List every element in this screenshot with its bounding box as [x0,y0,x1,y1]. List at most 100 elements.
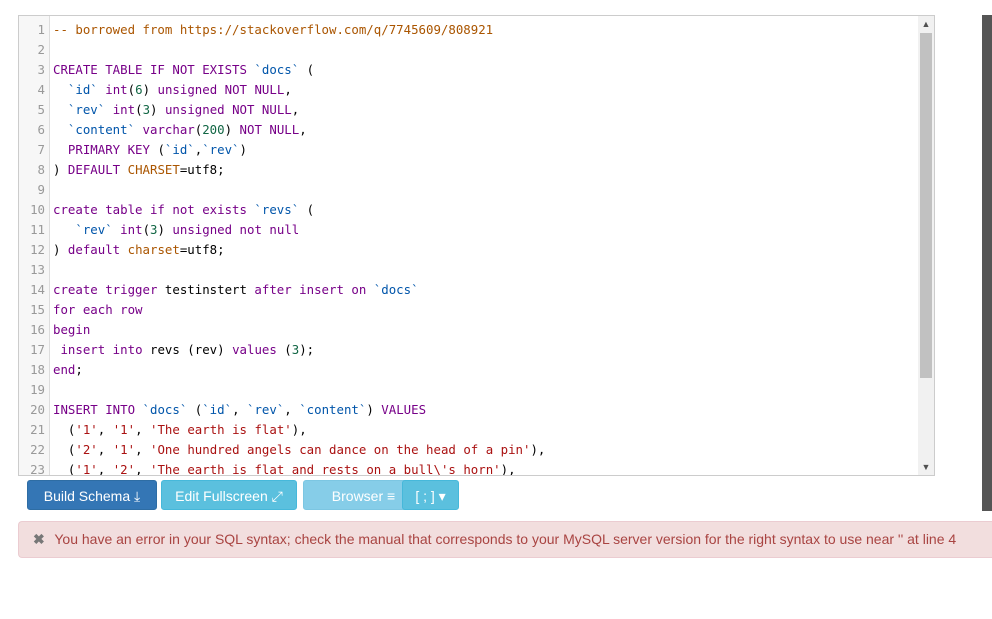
code-line[interactable]: 9 [19,180,918,200]
code-line[interactable]: 20 INSERT INTO `docs` (`id`, `rev`, `cont… [19,400,918,420]
code-token: for each row [53,302,143,317]
code-line[interactable]: 15 for each row [19,300,918,320]
line-number: 15 [30,302,45,317]
code-token: begin [53,322,91,337]
code-line[interactable]: 2 [19,40,918,60]
code-token: ( [187,402,203,417]
code-line[interactable]: 17 insert into revs (rev) values (3); [19,340,918,360]
scroll-down-icon[interactable]: ▼ [918,459,934,475]
code-token: DEFAULT [67,162,128,177]
line-number: 19 [30,382,45,397]
code-line[interactable]: 8) DEFAULT CHARSET=utf8; [19,160,918,180]
line-number: 11 [30,222,45,237]
scroll-thumb[interactable] [920,33,932,378]
code-token: `content` [299,402,367,417]
code-token: default [67,242,128,257]
line-number: 8 [37,162,45,177]
code-token: , [135,442,151,457]
code-line[interactable]: 5 `rev` int(3) unsigned NOT NULL, [19,100,918,120]
code-token: CHARSET [127,162,180,177]
line-number: 2 [37,42,45,57]
code-token: 'The earth is flat and rests on a bull\'… [150,462,501,476]
edit-fullscreen-button[interactable]: Edit Fullscreen ⤢ [161,480,297,510]
code-text: ) default charset=utf8; [53,240,225,260]
code-token: ), [500,462,516,476]
code-token: create table if not exists [53,202,255,217]
code-line[interactable]: 19 [19,380,918,400]
code-line[interactable]: 10 create table if not exists `revs` ( [19,200,918,220]
code-token: ( [276,342,292,357]
code-token: =utf8; [179,162,225,177]
code-token: unsigned NOT NULL [157,82,285,97]
schema-editor[interactable]: 1 -- borrowed from https://stackoverflow.… [18,15,935,476]
line-number: 16 [30,322,45,337]
scroll-up-icon[interactable]: ▲ [918,16,934,32]
code-line[interactable]: 11 `rev` int(3) unsigned not null [19,220,918,240]
code-line[interactable]: 23 ('1', '2', 'The earth is flat and res… [19,460,918,476]
code-line[interactable]: 3 CREATE TABLE IF NOT EXISTS `docs` ( [19,60,918,80]
code-token: ( [149,142,165,157]
code-token: `docs` [254,62,300,77]
code-token: '2' [112,462,136,476]
code-token: , [232,402,247,417]
code-token: `revs` [254,202,300,217]
code-line[interactable]: 12) default charset=utf8; [19,240,918,260]
browser-label: Browser [331,488,384,504]
code-token: , [97,422,113,437]
panel-divider[interactable] [982,15,992,511]
line-number: 18 [30,362,45,377]
caret-down-icon: ▾ [438,488,446,504]
code-token: `rev` [246,402,285,417]
code-token: VALUES [381,402,427,417]
code-line[interactable]: 22 ('2', '1', 'One hundred angels can da… [19,440,918,460]
query-terminator-dropdown[interactable]: [ ; ] ▾ [402,480,459,510]
code-token: int [120,222,143,237]
code-line[interactable]: 7 PRIMARY KEY (`id`,`rev`) [19,140,918,160]
code-token: create trigger [53,282,158,297]
code-token: unsigned not null [172,222,300,237]
code-line[interactable]: 4 `id` int(6) unsigned NOT NULL, [19,80,918,100]
code-line[interactable]: 13 [19,260,918,280]
code-text: ('1', '1', 'The earth is flat'), [53,420,307,440]
code-lines[interactable]: 1 -- borrowed from https://stackoverflow.… [19,20,918,476]
code-text: CREATE TABLE IF NOT EXISTS `docs` ( [53,60,314,80]
code-text: ('1', '2', 'The earth is flat and rests … [53,460,516,476]
code-token: ( [53,462,76,476]
line-number: 23 [30,462,45,476]
code-token: '2' [75,442,98,457]
code-token: ; [75,362,83,377]
code-line[interactable]: 1 -- borrowed from https://stackoverflow.… [19,20,918,40]
line-number: 17 [30,342,45,357]
code-token: `rev` [75,222,113,237]
code-token: ) [53,242,68,257]
code-token: ) [157,222,173,237]
line-number: 5 [37,102,45,117]
line-number: 20 [30,402,45,417]
code-text: create table if not exists `revs` ( [53,200,314,220]
code-token: unsigned NOT NULL [164,102,292,117]
code-token: , [97,462,113,476]
build-schema-button[interactable]: Build Schema ⤓ [27,480,157,510]
code-line[interactable]: 16 begin [19,320,918,340]
code-text: begin [53,320,90,340]
code-line[interactable]: 6 `content` varchar(200) NOT NULL, [19,120,918,140]
code-line[interactable]: 21 ('1', '1', 'The earth is flat'), [19,420,918,440]
editor-scrollbar[interactable]: ▲ ▼ [918,16,934,475]
line-number: 21 [30,422,45,437]
line-number: 4 [37,82,45,97]
line-number: 1 [37,22,45,37]
code-text: `rev` int(3) unsigned not null [53,220,299,240]
code-token: , [299,122,307,137]
code-line[interactable]: 14 create trigger testinstert after inser… [19,280,918,300]
code-text: PRIMARY KEY (`id`,`rev`) [53,140,247,160]
code-token: ( [53,442,76,457]
expand-icon: ⤢ [271,488,283,504]
code-token: ); [299,342,315,357]
code-token: , [97,442,113,457]
code-line[interactable]: 18 end; [19,360,918,380]
code-token: ( [299,202,315,217]
code-token: ) [366,402,382,417]
line-number: 9 [37,182,45,197]
